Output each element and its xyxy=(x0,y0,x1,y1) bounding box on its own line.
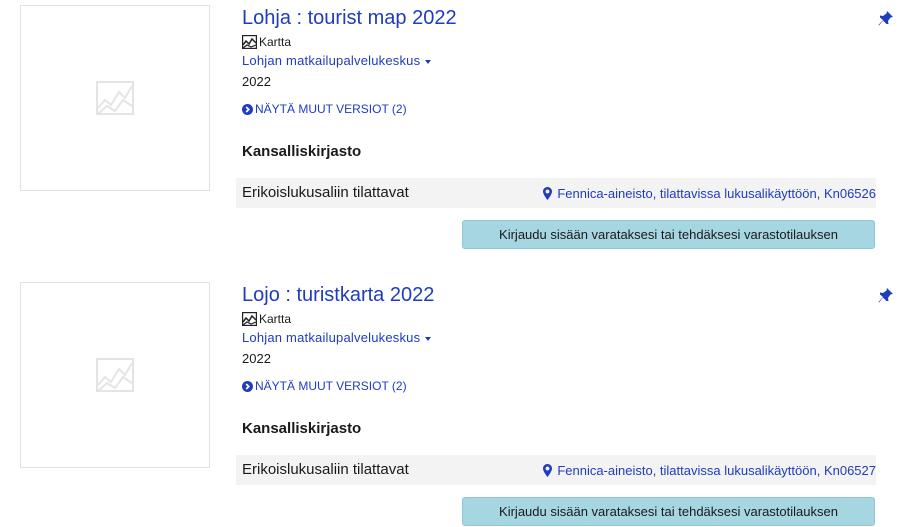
search-result: Lojo : turistkarta 2022 Kartta Lohjan ma… xyxy=(0,277,902,527)
caret-down-icon xyxy=(425,59,432,64)
holding-row: Erikoislukusaliin tilattavat Fennica-ain… xyxy=(236,455,876,485)
map-icon xyxy=(242,35,257,49)
search-result: Lohja : tourist map 2022 Kartta Lohjan m… xyxy=(0,0,902,250)
holding-status: Erikoislukusaliin tilattavat xyxy=(242,184,409,201)
publication-year: 2022 xyxy=(242,351,271,366)
holding-location-text: Fennica-aineisto, tilattavissa lukusalik… xyxy=(557,186,876,201)
record-title-link[interactable]: Lohja : tourist map 2022 xyxy=(242,5,457,31)
show-other-versions-link[interactable]: NÄYTÄ MUUT VERSIOT (2) xyxy=(242,378,407,394)
library-name: Kansalliskirjasto xyxy=(242,143,362,160)
format-text: Kartta xyxy=(259,312,292,326)
publication-year: 2022 xyxy=(242,74,271,89)
show-other-versions-label: NÄYTÄ MUUT VERSIOT (2) xyxy=(255,379,407,393)
holding-location-link[interactable]: Fennica-aineisto, tilattavissa lukusalik… xyxy=(543,463,876,478)
author-dropdown[interactable]: Lohjan matkailupalvelukeskus xyxy=(242,52,432,70)
map-placeholder-icon xyxy=(96,358,134,392)
circle-chevron-right-icon xyxy=(242,103,253,115)
pushpin-icon[interactable] xyxy=(878,287,894,305)
author-name: Lohjan matkailupalvelukeskus xyxy=(242,330,421,345)
login-to-reserve-button[interactable]: Kirjaudu sisään varataksesi tai tehdäkse… xyxy=(462,220,875,249)
map-marker-icon xyxy=(543,187,553,200)
author-dropdown[interactable]: Lohjan matkailupalvelukeskus xyxy=(242,329,432,347)
circle-chevron-right-icon xyxy=(242,380,253,392)
pushpin-icon[interactable] xyxy=(878,10,894,28)
record-thumbnail[interactable] xyxy=(20,5,210,191)
holding-row: Erikoislukusaliin tilattavat Fennica-ain… xyxy=(236,178,876,208)
library-name: Kansalliskirjasto xyxy=(242,420,362,437)
map-marker-icon xyxy=(543,464,553,477)
author-name: Lohjan matkailupalvelukeskus xyxy=(242,53,421,68)
holding-location-text: Fennica-aineisto, tilattavissa lukusalik… xyxy=(557,463,876,478)
holding-location-link[interactable]: Fennica-aineisto, tilattavissa lukusalik… xyxy=(543,186,876,201)
caret-down-icon xyxy=(425,336,432,341)
format-text: Kartta xyxy=(259,35,292,49)
show-other-versions-label: NÄYTÄ MUUT VERSIOT (2) xyxy=(255,102,407,116)
format-label: Kartta xyxy=(242,311,291,327)
format-label: Kartta xyxy=(242,34,291,50)
record-thumbnail[interactable] xyxy=(20,282,210,468)
map-icon xyxy=(242,312,257,326)
holding-status: Erikoislukusaliin tilattavat xyxy=(242,461,409,478)
show-other-versions-link[interactable]: NÄYTÄ MUUT VERSIOT (2) xyxy=(242,101,407,117)
record-title-link[interactable]: Lojo : turistkarta 2022 xyxy=(242,282,434,308)
map-placeholder-icon xyxy=(96,81,134,115)
